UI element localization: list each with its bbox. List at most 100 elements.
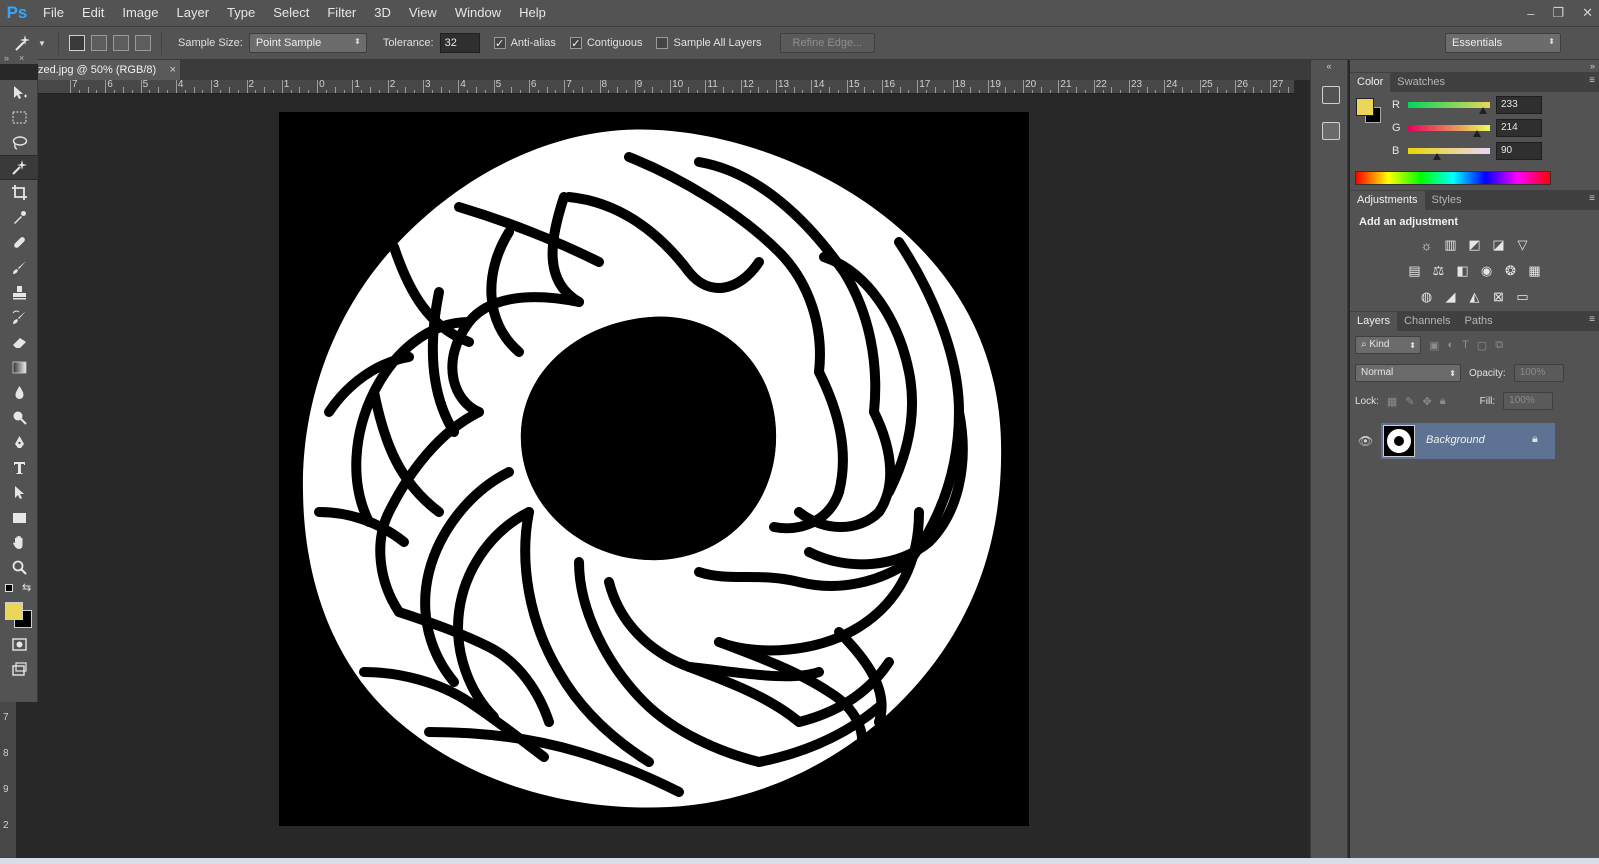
menu-select[interactable]: Select	[264, 0, 318, 26]
menu-type[interactable]: Type	[218, 0, 264, 26]
pen-tool[interactable]	[0, 430, 38, 455]
default-colors-icon[interactable]	[5, 584, 13, 592]
lock-image-icon[interactable]: ✎	[1405, 395, 1414, 408]
channel-mixer-icon[interactable]: ❂	[1502, 262, 1520, 280]
color-lookup-icon[interactable]: ▦	[1526, 262, 1544, 280]
smart-object-filter-icon[interactable]: ⧉	[1495, 339, 1503, 352]
pixel-filter-icon[interactable]: ▣	[1429, 339, 1439, 352]
type-tool[interactable]	[0, 455, 38, 480]
clone-stamp-tool[interactable]	[0, 280, 38, 305]
menu-filter[interactable]: Filter	[318, 0, 365, 26]
blur-tool[interactable]	[0, 380, 38, 405]
menu-help[interactable]: Help	[510, 0, 555, 26]
close-icon[interactable]: ×	[170, 60, 176, 80]
opacity-input[interactable]: 100%	[1513, 364, 1564, 382]
layer-kind-dropdown[interactable]: ⌕ Kind ⬍	[1355, 336, 1421, 354]
horizontal-ruler[interactable]: 7 6 5 4 3 2 1 0 1 2 3 4 5 6 7 8 9 10 11 12 13 14 15 16 17 18 19 20 2…	[38, 80, 1294, 94]
levels-icon[interactable]: ▥	[1442, 236, 1460, 254]
menu-window[interactable]: Window	[446, 0, 510, 26]
toolbar-header[interactable]: » ×	[0, 52, 38, 64]
properties-panel-icon[interactable]	[1322, 122, 1340, 140]
black-white-icon[interactable]: ◧	[1454, 262, 1472, 280]
rectangle-tool[interactable]	[0, 505, 38, 530]
fill-input[interactable]: 100%	[1503, 392, 1554, 410]
close-button[interactable]: ✕	[1582, 5, 1593, 21]
blue-slider-thumb[interactable]	[1432, 153, 1441, 160]
magic-wand-tool[interactable]	[0, 155, 38, 180]
eraser-tool[interactable]	[0, 330, 38, 355]
red-value-input[interactable]: 233	[1496, 96, 1542, 114]
panel-menu-icon[interactable]: ≡	[1589, 193, 1595, 204]
intersect-selection-button[interactable]	[135, 35, 151, 51]
curves-icon[interactable]: ◩	[1466, 236, 1484, 254]
brightness-contrast-icon[interactable]: ☼	[1418, 236, 1436, 254]
tab-styles[interactable]: Styles	[1425, 191, 1469, 210]
vibrance-icon[interactable]: ▽	[1514, 236, 1532, 254]
tab-adjustments[interactable]: Adjustments	[1350, 191, 1425, 210]
adjustment-filter-icon[interactable]: ◐	[1447, 339, 1454, 351]
menu-3d[interactable]: 3D	[365, 0, 400, 26]
healing-brush-tool[interactable]	[0, 230, 38, 255]
lock-transparent-icon[interactable]: ▦	[1387, 395, 1397, 408]
threshold-icon[interactable]: ◭	[1466, 288, 1484, 306]
refine-edge-button[interactable]: Refine Edge...	[779, 33, 876, 53]
color-balance-icon[interactable]: ⚖	[1430, 262, 1448, 280]
minimize-button[interactable]: –	[1527, 6, 1534, 21]
invert-icon[interactable]: ◍	[1418, 288, 1436, 306]
posterize-icon[interactable]: ◢	[1442, 288, 1460, 306]
collapse-arrows-icon[interactable]: «	[1311, 60, 1347, 72]
restore-button[interactable]: ❐	[1552, 5, 1564, 21]
tab-color[interactable]: Color	[1350, 73, 1391, 92]
contiguous-checkbox[interactable]: ✓ Contiguous	[569, 37, 642, 50]
photo-filter-icon[interactable]: ◉	[1478, 262, 1496, 280]
eye-icon[interactable]: 👁︎	[1358, 434, 1373, 448]
quick-mask-button[interactable]	[0, 632, 38, 657]
menu-layer[interactable]: Layer	[168, 0, 219, 26]
hue-saturation-icon[interactable]: ▤	[1406, 262, 1424, 280]
menu-file[interactable]: File	[34, 0, 73, 26]
zoom-tool[interactable]	[0, 555, 38, 580]
history-panel-icon[interactable]	[1322, 86, 1340, 104]
menu-view[interactable]: View	[400, 0, 446, 26]
subtract-from-selection-button[interactable]	[113, 35, 129, 51]
menu-image[interactable]: Image	[113, 0, 167, 26]
sample-size-dropdown[interactable]: Point Sample ⬍	[248, 33, 367, 53]
sample-all-layers-checkbox[interactable]: Sample All Layers	[656, 37, 762, 49]
color-spectrum-bar[interactable]	[1355, 171, 1551, 185]
swap-colors-icon[interactable]: ⇆	[22, 581, 31, 594]
tab-swatches[interactable]: Swatches	[1390, 73, 1452, 92]
add-to-selection-button[interactable]	[91, 35, 107, 51]
shape-filter-icon[interactable]: ▢	[1477, 339, 1487, 352]
crop-tool[interactable]	[0, 180, 38, 205]
blend-mode-dropdown[interactable]: Normal ⬍	[1355, 364, 1461, 382]
document-canvas[interactable]	[279, 112, 1029, 826]
exposure-icon[interactable]: ◪	[1490, 236, 1508, 254]
tab-paths[interactable]: Paths	[1458, 312, 1500, 331]
tab-layers[interactable]: Layers	[1350, 312, 1398, 331]
new-selection-button[interactable]	[69, 35, 85, 51]
anti-alias-checkbox[interactable]: ✓ Anti-alias	[493, 37, 556, 50]
blue-value-input[interactable]: 90	[1496, 142, 1542, 160]
workspace-dropdown[interactable]: Essentials ⬍	[1445, 33, 1561, 53]
lock-position-icon[interactable]: ✥	[1423, 395, 1432, 408]
panel-menu-icon[interactable]: ≡	[1589, 75, 1595, 86]
tab-channels[interactable]: Channels	[1397, 312, 1457, 331]
type-filter-icon[interactable]: T	[1462, 339, 1469, 351]
green-value-input[interactable]: 214	[1496, 119, 1542, 137]
rectangular-marquee-tool[interactable]	[0, 105, 38, 130]
foreground-color-swatch[interactable]	[5, 602, 23, 620]
selective-color-icon[interactable]: ⊠	[1490, 288, 1508, 306]
lasso-tool[interactable]	[0, 130, 38, 155]
document-tab[interactable]: zed.jpg @ 50% (RGB/8) ×	[38, 60, 180, 80]
eyedropper-tool[interactable]	[0, 205, 38, 230]
path-selection-tool[interactable]	[0, 480, 38, 505]
gradient-map-icon[interactable]: ▭	[1514, 288, 1532, 306]
screen-mode-button[interactable]	[0, 657, 38, 682]
menu-edit[interactable]: Edit	[73, 0, 113, 26]
hand-tool[interactable]	[0, 530, 38, 555]
green-slider-thumb[interactable]	[1472, 130, 1481, 137]
red-slider[interactable]	[1408, 102, 1490, 108]
blue-slider[interactable]	[1408, 148, 1490, 154]
red-slider-thumb[interactable]	[1478, 107, 1487, 114]
brush-tool[interactable]	[0, 255, 38, 280]
